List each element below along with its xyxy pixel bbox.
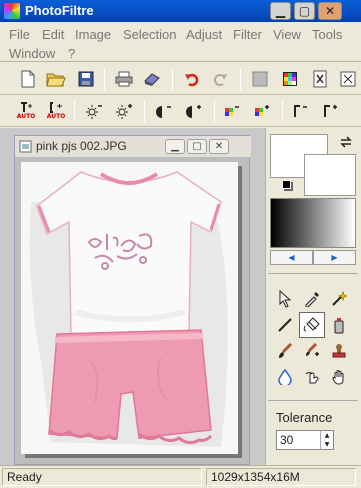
doc-close-button[interactable]: ✕ <box>209 139 229 154</box>
pointer-tool-icon[interactable] <box>274 288 296 310</box>
tolerance-up-button[interactable]: ▲ <box>320 431 333 440</box>
title-bar: PhotoFiltre ▁ ▢ ✕ <box>0 0 361 22</box>
tolerance-value: 30 <box>280 433 294 447</box>
menu-image[interactable]: Image <box>75 27 111 42</box>
save-icon[interactable] <box>74 66 98 91</box>
gradient-left-button[interactable]: ◀ <box>270 250 313 265</box>
swap-colors-icon[interactable] <box>338 134 354 150</box>
palette-icon[interactable] <box>278 66 302 91</box>
contrast-plus-icon[interactable] <box>182 98 206 123</box>
menu-tools[interactable]: Tools <box>312 27 342 42</box>
export-icon[interactable] <box>336 66 360 91</box>
gradient-preview[interactable] <box>270 198 356 248</box>
canvas-area[interactable] <box>15 158 249 464</box>
transparency-icon[interactable] <box>308 66 332 91</box>
menu-bar: File Edit Image Selection Adjust Filter … <box>0 22 361 62</box>
menu-help[interactable]: ? <box>68 46 75 61</box>
maximize-button[interactable]: ▢ <box>294 2 315 20</box>
status-bar: Ready 1029x1354x16M <box>0 465 361 488</box>
smudge-icon[interactable] <box>301 366 323 388</box>
gamma-plus-icon[interactable] <box>318 98 342 123</box>
menu-filter[interactable]: Filter <box>233 27 262 42</box>
default-colors-icon[interactable] <box>282 180 291 189</box>
auto-label-2: AUTO <box>46 113 66 120</box>
tools-panel: ◀ ▶ Tolerance 30 ▲ ▼ <box>265 128 361 465</box>
eyedropper-icon[interactable] <box>301 288 323 310</box>
contrast-minus-icon[interactable] <box>152 98 176 123</box>
brush-icon[interactable] <box>274 340 296 362</box>
saturation-minus-icon[interactable] <box>220 98 244 123</box>
new-icon[interactable] <box>16 66 40 91</box>
fill-bucket-icon[interactable] <box>299 312 325 338</box>
menu-window[interactable]: Window <box>9 46 55 61</box>
menu-selection[interactable]: Selection <box>123 27 176 42</box>
main-toolbar <box>0 63 361 95</box>
auto-contrast-button[interactable]: AUTO <box>44 98 68 123</box>
minimize-button[interactable]: ▁ <box>270 2 291 20</box>
document-window: pink pjs 002.JPG ▁ ▢ ✕ <box>14 135 251 465</box>
blur-icon[interactable] <box>274 366 296 388</box>
hand-tool-icon[interactable] <box>328 366 350 388</box>
redo-icon[interactable] <box>208 66 232 91</box>
auto-levels-button[interactable]: AUTO <box>14 98 38 123</box>
background-color-swatch[interactable] <box>304 154 356 196</box>
gamma-minus-icon[interactable] <box>288 98 312 123</box>
brightness-plus-icon[interactable] <box>112 98 136 123</box>
auto-label-1: AUTO <box>16 113 36 120</box>
line-tool-icon[interactable] <box>274 314 296 336</box>
grayscale-icon[interactable] <box>248 66 272 91</box>
status-text: Ready <box>2 468 202 486</box>
menu-view[interactable]: View <box>273 27 301 42</box>
tolerance-label: Tolerance <box>276 410 333 425</box>
advanced-brush-icon[interactable] <box>301 340 323 362</box>
undo-icon[interactable] <box>180 66 204 91</box>
brightness-minus-icon[interactable] <box>82 98 106 123</box>
menu-edit[interactable]: Edit <box>42 27 64 42</box>
magic-wand-icon[interactable] <box>328 288 350 310</box>
adjust-toolbar: AUTO AUTO <box>0 95 361 127</box>
workspace: pink pjs 002.JPG ▁ ▢ ✕ <box>0 128 265 465</box>
gradient-right-button[interactable]: ▶ <box>313 250 356 265</box>
open-icon[interactable] <box>44 66 68 91</box>
doc-minimize-button[interactable]: ▁ <box>165 139 185 154</box>
app-icon <box>4 3 20 19</box>
photo-canvas[interactable] <box>21 162 238 454</box>
document-title: pink pjs 002.JPG <box>36 139 127 153</box>
stamp-icon[interactable] <box>328 340 350 362</box>
pajamas-image <box>21 162 238 454</box>
document-icon <box>19 140 32 153</box>
tolerance-down-button[interactable]: ▼ <box>320 440 333 449</box>
saturation-plus-icon[interactable] <box>250 98 274 123</box>
spray-icon[interactable] <box>328 314 350 336</box>
photofiltre-window: PhotoFiltre ▁ ▢ ✕ File Edit Image Select… <box>0 0 361 488</box>
tolerance-input[interactable]: 30 ▲ ▼ <box>276 430 334 450</box>
menu-file[interactable]: File <box>9 27 30 42</box>
menu-adjust[interactable]: Adjust <box>186 27 222 42</box>
close-button[interactable]: ✕ <box>318 2 342 20</box>
scan-icon[interactable] <box>140 66 164 91</box>
print-icon[interactable] <box>112 66 136 91</box>
image-info: 1029x1354x16M <box>206 468 356 486</box>
document-title-bar: pink pjs 002.JPG ▁ ▢ ✕ <box>15 136 251 158</box>
doc-maximize-button[interactable]: ▢ <box>187 139 207 154</box>
window-title: PhotoFiltre <box>25 3 94 18</box>
